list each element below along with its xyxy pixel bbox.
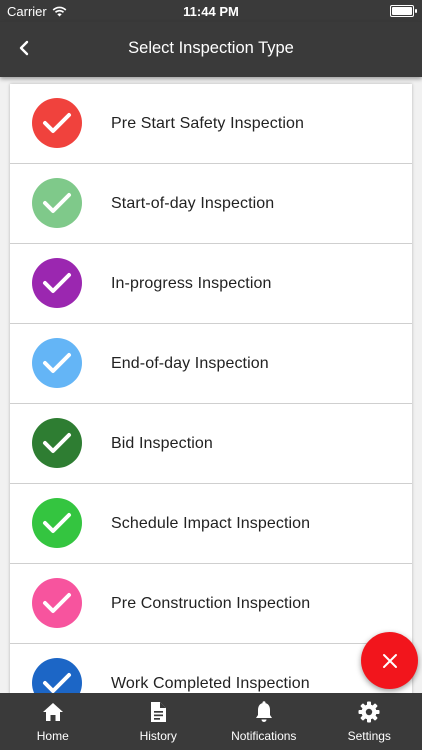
inspection-item[interactable]: Work Completed Inspection xyxy=(10,644,412,693)
close-fab-button[interactable] xyxy=(361,632,418,689)
inspection-type-list: Pre Start Safety Inspection Start-of-day … xyxy=(10,84,412,693)
checkmark-icon xyxy=(32,658,82,693)
inspection-label: Pre Construction Inspection xyxy=(111,594,311,612)
inspection-item[interactable]: Pre Construction Inspection xyxy=(10,564,412,644)
inspection-item[interactable]: In-progress Inspection xyxy=(10,244,412,324)
tab-label: History xyxy=(139,729,177,743)
inspection-label: Work Completed Inspection xyxy=(111,674,310,692)
inspection-item[interactable]: End-of-day Inspection xyxy=(10,324,412,404)
inspection-list-container[interactable]: Pre Start Safety Inspection Start-of-day … xyxy=(0,77,422,693)
navigation-bar: Select Inspection Type xyxy=(0,22,422,77)
tab-label: Notifications xyxy=(231,729,297,743)
home-icon xyxy=(42,703,63,721)
inspection-label: End-of-day Inspection xyxy=(111,354,269,372)
inspection-label: In-progress Inspection xyxy=(111,274,272,292)
gear-icon xyxy=(358,701,380,723)
checkmark-icon xyxy=(32,98,82,148)
checkmark-icon xyxy=(32,258,82,308)
tab-history[interactable]: History xyxy=(106,693,212,750)
inspection-label: Schedule Impact Inspection xyxy=(111,514,311,532)
inspection-item[interactable]: Bid Inspection xyxy=(10,404,412,484)
inspection-label: Start-of-day Inspection xyxy=(111,194,275,212)
tab-bar: Home History Notifications Settings xyxy=(0,693,422,750)
checkmark-icon xyxy=(32,498,82,548)
checkmark-icon xyxy=(32,418,82,468)
tab-home[interactable]: Home xyxy=(0,693,106,750)
checkmark-icon xyxy=(32,178,82,228)
battery-icon xyxy=(390,5,417,17)
status-time: 11:44 PM xyxy=(183,4,239,19)
inspection-label: Pre Start Safety Inspection xyxy=(111,114,305,132)
tab-notifications[interactable]: Notifications xyxy=(211,693,317,750)
close-icon xyxy=(382,653,397,668)
inspection-item[interactable]: Schedule Impact Inspection xyxy=(10,484,412,564)
tab-settings[interactable]: Settings xyxy=(317,693,422,750)
tab-label: Home xyxy=(36,729,69,743)
inspection-item[interactable]: Pre Start Safety Inspection xyxy=(10,84,412,164)
checkmark-icon xyxy=(32,338,82,388)
inspection-label: Bid Inspection xyxy=(111,434,213,452)
bell-icon xyxy=(255,701,272,722)
checkmark-icon xyxy=(32,578,82,628)
tab-label: Settings xyxy=(347,729,391,743)
page-title: Select Inspection Type xyxy=(128,39,294,57)
document-icon xyxy=(151,702,167,722)
status-bar: Carrier 11:44 PM xyxy=(0,0,422,22)
inspection-item[interactable]: Start-of-day Inspection xyxy=(10,164,412,244)
